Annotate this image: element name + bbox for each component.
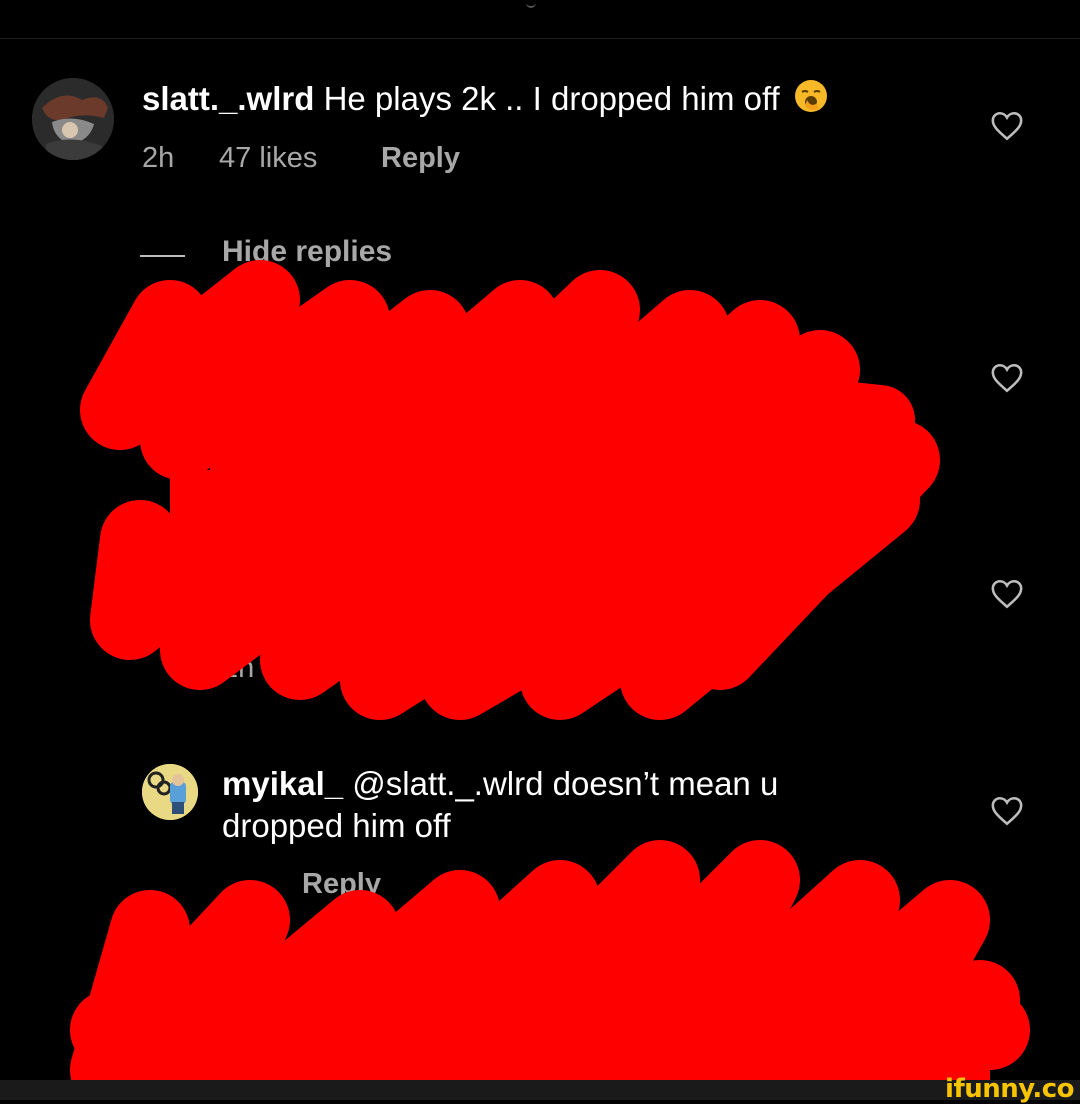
heart-icon[interactable]: [990, 578, 1024, 610]
heart-icon[interactable]: [990, 110, 1024, 142]
heart-icon[interactable]: [990, 1010, 1024, 1042]
header-divider: [0, 38, 1080, 39]
reply-button[interactable]: Reply: [381, 142, 460, 175]
heart-icon[interactable]: [990, 362, 1024, 394]
avatar[interactable]: [142, 764, 198, 820]
yawning-face-emoji: [793, 78, 829, 114]
comment-mention[interactable]: @slatt._.wlrd: [352, 765, 543, 802]
reply-timestamp: 2h: [222, 652, 255, 684]
reply-button-fragment[interactable]: ply: [485, 652, 527, 685]
hide-replies-line: [140, 255, 185, 257]
bottom-bar: [0, 1080, 1080, 1100]
comment-username[interactable]: myikal_: [222, 765, 343, 802]
comment-text: myikal_ @slatt._.wlrd doesn’t mean u: [222, 763, 778, 805]
comment-text: slatt._.wlrd He plays 2k .. I dropped hi…: [142, 78, 829, 120]
comment-timestamp: 2h: [142, 142, 175, 174]
comment-body: doesn’t mean u: [552, 765, 779, 802]
reply-button[interactable]: Reply: [302, 868, 381, 901]
heart-icon[interactable]: [990, 795, 1024, 827]
comment-username[interactable]: slatt._.wlrd: [142, 80, 314, 117]
comment-body: He plays 2k .. I dropped him off: [323, 80, 780, 117]
avatar[interactable]: [32, 78, 114, 160]
hide-replies-button[interactable]: Hide replies: [222, 235, 392, 269]
header-glyph-fragment: [526, 0, 536, 8]
comment-likes[interactable]: 47 likes: [219, 142, 317, 175]
comment-body-continued: dropped him off: [222, 807, 451, 844]
